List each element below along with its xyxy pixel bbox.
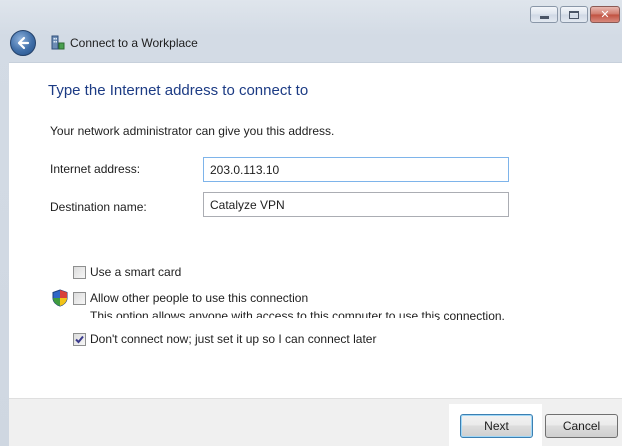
allow-others-label: Allow other people to use this connectio… [90,291,309,305]
smart-card-checkbox[interactable] [73,265,86,279]
smart-card-label: Use a smart card [90,265,182,279]
allow-others-option[interactable]: Allow other people to use this connectio… [73,291,308,305]
connect-later-checkbox[interactable] [73,332,86,346]
allow-others-checkbox[interactable] [73,291,86,305]
window-title: Connect to a Workplace [70,36,198,50]
destination-name-input[interactable] [203,192,509,217]
cancel-button[interactable]: Cancel [545,414,618,438]
caption-buttons: ✕ [530,6,620,23]
maximize-button[interactable] [560,6,588,23]
wizard-header: Connect to a Workplace [10,28,198,58]
hint-text: Your network administrator can give you … [50,124,335,138]
maximize-icon [569,10,579,19]
next-button-highlight: Next [449,404,542,446]
back-arrow-icon [17,36,30,50]
back-button[interactable] [10,30,36,56]
close-icon: ✕ [600,8,610,21]
internet-address-label: Internet address: [50,162,141,176]
destination-name-label: Destination name: [50,200,147,214]
internet-address-input[interactable] [203,157,509,182]
smart-card-option[interactable]: Use a smart card [73,265,181,279]
page-heading: Type the Internet address to connect to [48,82,309,99]
wizard-content: Type the Internet address to connect to … [9,62,622,398]
minimize-button[interactable] [530,6,558,23]
address-fields-group: Internet address: Destination name: [40,141,542,223]
network-workplace-icon [50,35,66,51]
connect-later-group: Don't connect now; just set it up so I c… [64,318,437,360]
connect-later-label: Don't connect now; just set it up so I c… [90,332,377,346]
uac-shield-icon [52,289,68,307]
connect-later-option[interactable]: Don't connect now; just set it up so I c… [73,332,376,346]
next-button[interactable]: Next [460,414,533,438]
minimize-icon [539,15,549,19]
close-button[interactable]: ✕ [590,6,620,23]
window-frame: ✕ Connect to a Workplace Type the Intern… [0,0,622,446]
